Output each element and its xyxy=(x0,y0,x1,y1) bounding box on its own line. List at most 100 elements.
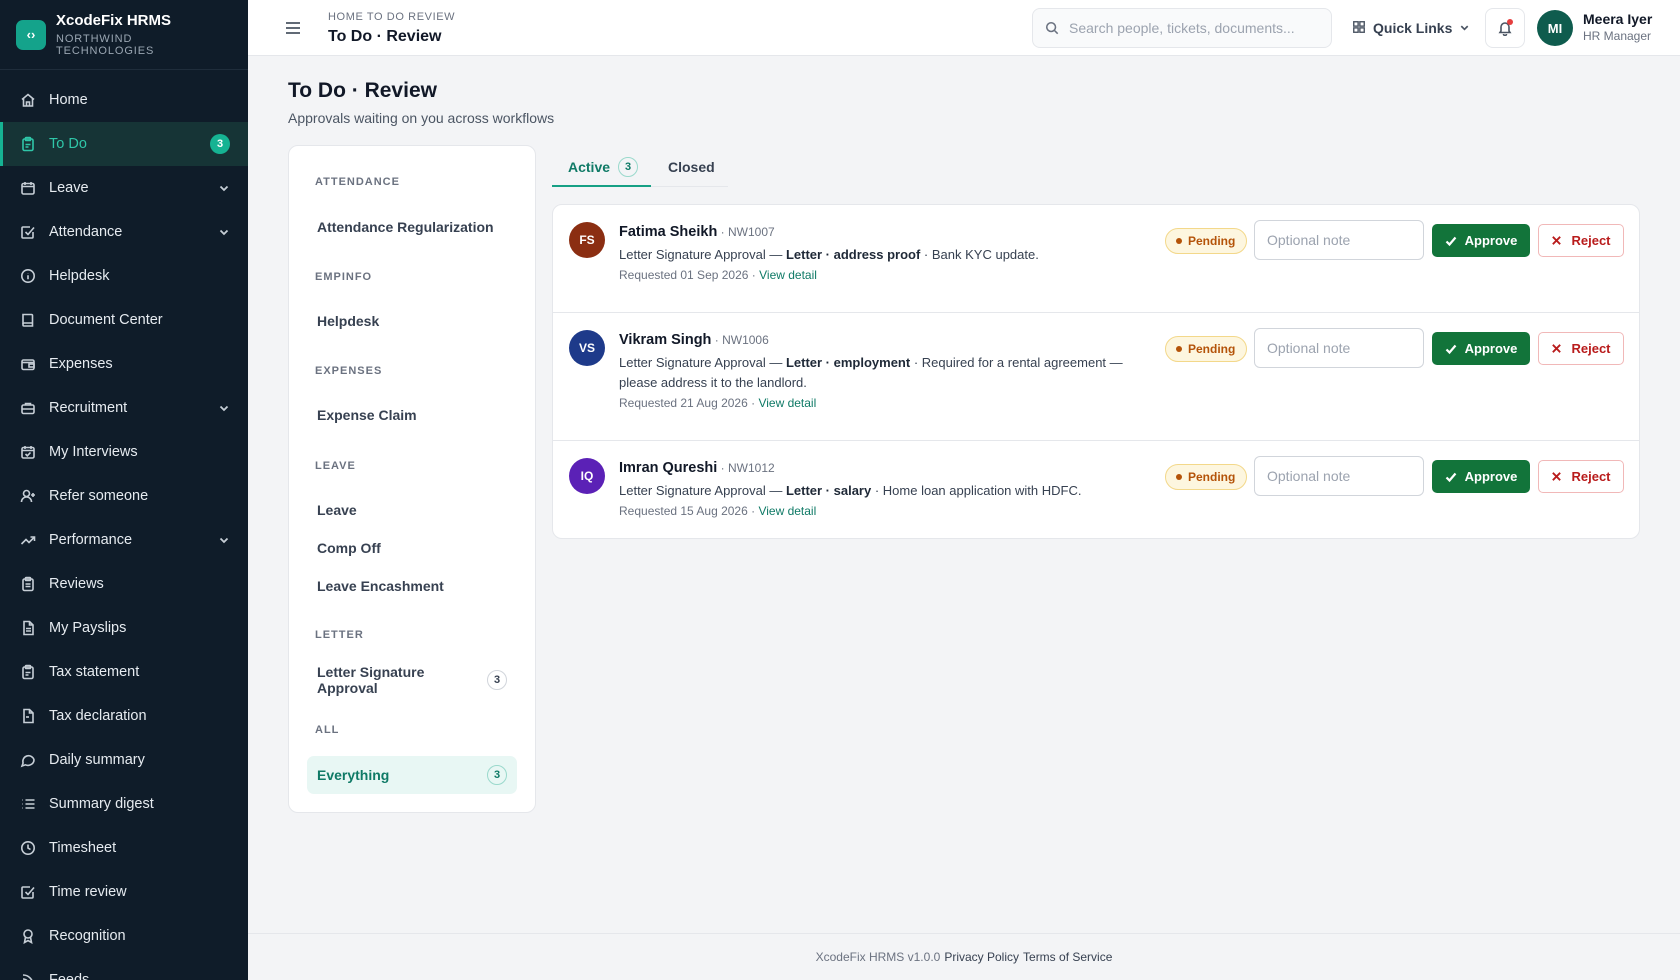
search-input[interactable] xyxy=(1069,20,1319,36)
approve-button[interactable]: Approve xyxy=(1432,224,1530,257)
close-icon xyxy=(1552,472,1562,481)
sidebar-item-label: Daily summary xyxy=(49,752,145,768)
trending-up-icon xyxy=(20,532,36,548)
view-detail-link[interactable]: View detail xyxy=(758,396,816,410)
category-leave-encashment[interactable]: Leave Encashment xyxy=(307,567,517,605)
sidebar-item-label: Tax statement xyxy=(49,664,140,680)
status-badge: Pending xyxy=(1165,228,1248,254)
reject-label: Reject xyxy=(1571,469,1611,484)
sidebar-item-recruitment[interactable]: Recruitment xyxy=(0,386,248,430)
global-search[interactable] xyxy=(1032,8,1332,48)
sidebar-item-summary-digest[interactable]: Summary digest xyxy=(0,782,248,826)
sidebar-item-label: Recognition xyxy=(49,928,126,944)
sidebar-item-my-interviews[interactable]: My Interviews xyxy=(0,430,248,474)
info-icon xyxy=(20,268,36,284)
category-comp-off[interactable]: Comp Off xyxy=(307,529,517,567)
quick-links-button[interactable]: Quick Links xyxy=(1352,16,1470,40)
category-label: Letter Signature Approval xyxy=(317,664,425,696)
sidebar-item-reviews[interactable]: Reviews xyxy=(0,562,248,606)
employee-id: NW1007 xyxy=(727,225,775,239)
list-icon xyxy=(20,796,36,812)
requester-name[interactable]: Vikram Singh xyxy=(619,332,711,348)
user-avatar[interactable]: MI xyxy=(1537,10,1573,46)
note-input[interactable] xyxy=(1254,456,1424,496)
reject-button[interactable]: Reject xyxy=(1538,332,1624,365)
request-category: Letter · employment xyxy=(785,355,911,370)
sidebar-item-to-do[interactable]: To Do 3 xyxy=(0,122,248,166)
type-separator: — xyxy=(765,483,786,498)
request-reason: Home loan application with HDFC. xyxy=(882,483,1082,498)
user-name[interactable]: Meera Iyer xyxy=(1583,11,1652,27)
requester-name[interactable]: Imran Qureshi xyxy=(619,460,717,476)
sidebar-item-label: Reviews xyxy=(49,576,104,592)
approve-label: Approve xyxy=(1464,233,1518,248)
menu-icon[interactable] xyxy=(284,19,302,37)
sidebar-item-timesheet[interactable]: Timesheet xyxy=(0,826,248,870)
sidebar-item-label: Tax declaration xyxy=(49,708,147,724)
clipboard-list-icon xyxy=(20,576,36,592)
view-detail-link[interactable]: View detail xyxy=(759,268,817,282)
view-detail-link[interactable]: View detail xyxy=(758,504,816,518)
request-row: FS Fatima Sheikh · NW1007 Letter Signature… xyxy=(553,205,1639,313)
sidebar-item-performance[interactable]: Performance xyxy=(0,518,248,562)
brand[interactable]: ‹› XcodeFix HRMS NORTHWIND TECHNOLOGIES xyxy=(0,0,248,70)
reason-separator: · xyxy=(920,247,932,262)
requested-date: Requested 01 Sep 2026 xyxy=(619,268,749,282)
status-label: Pending xyxy=(1188,342,1236,356)
message-circle-icon xyxy=(20,752,36,768)
file-icon xyxy=(20,708,36,724)
category-everything[interactable]: Everything 3 xyxy=(307,756,517,794)
note-input[interactable] xyxy=(1254,328,1424,368)
sidebar-item-recognition[interactable]: Recognition xyxy=(0,914,248,958)
sidebar-item-helpdesk[interactable]: Helpdesk xyxy=(0,254,248,298)
category-label: Attendance Regularization xyxy=(317,219,494,235)
category-helpdesk[interactable]: Helpdesk xyxy=(307,302,517,340)
note-input[interactable] xyxy=(1254,220,1424,260)
category-group-heading: EXPENSES xyxy=(315,365,383,377)
requester-name[interactable]: Fatima Sheikh xyxy=(619,224,717,240)
sidebar-item-tax-declaration[interactable]: Tax declaration xyxy=(0,694,248,738)
tab-closed[interactable]: Closed xyxy=(668,147,715,187)
sidebar-item-label: Recruitment xyxy=(49,400,128,416)
sidebar-item-tax-statement[interactable]: Tax statement xyxy=(0,650,248,694)
sidebar-item-feeds[interactable]: Feeds xyxy=(0,958,248,980)
category-expense-claim[interactable]: Expense Claim xyxy=(307,396,517,434)
approve-button[interactable]: Approve xyxy=(1432,460,1530,493)
category-count-badge: 3 xyxy=(487,670,507,690)
category-attendance-regularization[interactable]: Attendance Regularization xyxy=(307,208,517,246)
sidebar-item-leave[interactable]: Leave xyxy=(0,166,248,210)
calendar-icon xyxy=(20,180,36,196)
sidebar-item-daily-summary[interactable]: Daily summary xyxy=(0,738,248,782)
clock-icon xyxy=(20,840,36,856)
chevron-down-icon[interactable] xyxy=(218,182,230,194)
category-leave[interactable]: Leave xyxy=(307,491,517,529)
reject-button[interactable]: Reject xyxy=(1538,460,1624,493)
tab-active[interactable]: Active 3 xyxy=(568,147,639,187)
request-reason: Bank KYC update. xyxy=(931,247,1039,262)
request-type: Letter Signature Approval xyxy=(619,247,766,262)
sidebar-item-expenses[interactable]: Expenses xyxy=(0,342,248,386)
sidebar-item-label: Helpdesk xyxy=(49,268,110,284)
request-description: Letter Signature Approval — Letter · emp… xyxy=(619,353,1129,393)
clipboard-icon xyxy=(20,664,36,680)
terms-link[interactable]: Terms of Service xyxy=(1023,950,1112,964)
chevron-down-icon[interactable] xyxy=(218,402,230,414)
sidebar-item-my-payslips[interactable]: My Payslips xyxy=(0,606,248,650)
chevron-down-icon[interactable] xyxy=(218,226,230,238)
privacy-link[interactable]: Privacy Policy xyxy=(944,950,1019,964)
request-category: Letter · salary xyxy=(785,483,872,498)
sidebar-item-refer-someone[interactable]: Refer someone xyxy=(0,474,248,518)
status-badge: Pending xyxy=(1165,336,1248,362)
sidebar-item-attendance[interactable]: Attendance xyxy=(0,210,248,254)
top-header: HOME TO DO REVIEW To Do · Review Quick L… xyxy=(248,0,1680,56)
sidebar-item-document-center[interactable]: Document Center xyxy=(0,298,248,342)
meta-separator: · xyxy=(747,504,759,518)
notifications-button[interactable] xyxy=(1485,8,1525,48)
category-letter-signature-approval[interactable]: Letter Signature Approval 3 xyxy=(307,661,517,699)
reject-button[interactable]: Reject xyxy=(1538,224,1624,257)
sidebar-item-label: Refer someone xyxy=(49,488,149,504)
sidebar-item-time-review[interactable]: Time review xyxy=(0,870,248,914)
chevron-down-icon[interactable] xyxy=(218,534,230,546)
approve-button[interactable]: Approve xyxy=(1432,332,1530,365)
sidebar-item-home[interactable]: Home xyxy=(0,78,248,122)
